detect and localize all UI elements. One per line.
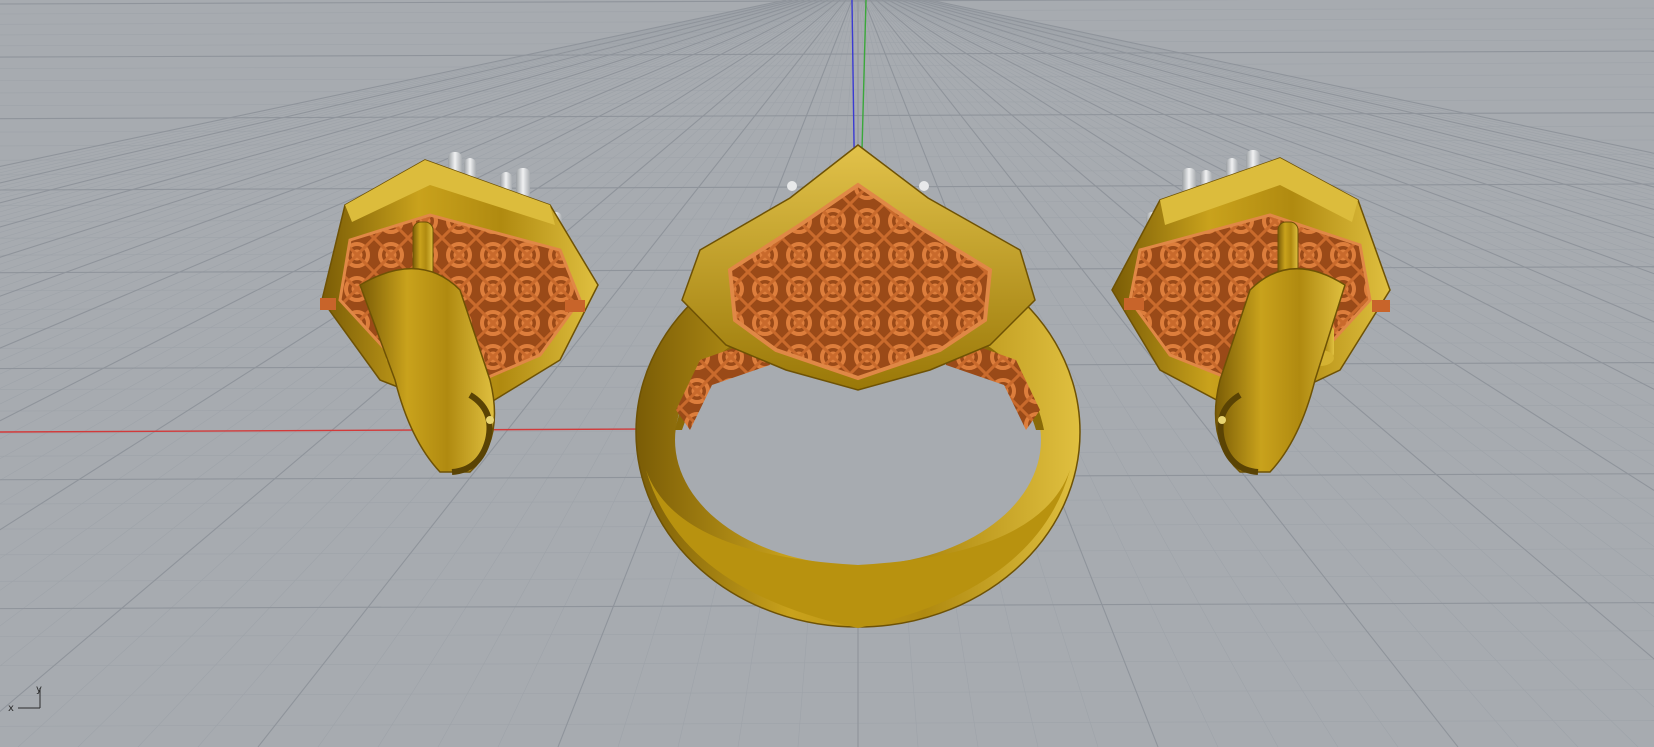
axis-widget-y-label: y <box>36 684 42 695</box>
grid-minor-line <box>0 125 1654 133</box>
perspective-viewport[interactable]: x y <box>0 0 1654 747</box>
axis-widget-x-label: x <box>8 703 14 714</box>
grid-minor-line <box>0 659 1654 667</box>
viewport-canvas[interactable] <box>0 0 1654 747</box>
grid-minor-line <box>0 74 1654 81</box>
grid-minor-line <box>0 630 1654 638</box>
earring-right[interactable] <box>1111 150 1391 475</box>
grid-minor-line <box>0 720 1654 727</box>
grid-major-line <box>0 50 1654 58</box>
ring-center[interactable] <box>635 144 1081 628</box>
grid-minor-line <box>0 689 1654 696</box>
earring-left[interactable] <box>320 152 599 475</box>
grid-minor-line <box>0 86 1654 94</box>
